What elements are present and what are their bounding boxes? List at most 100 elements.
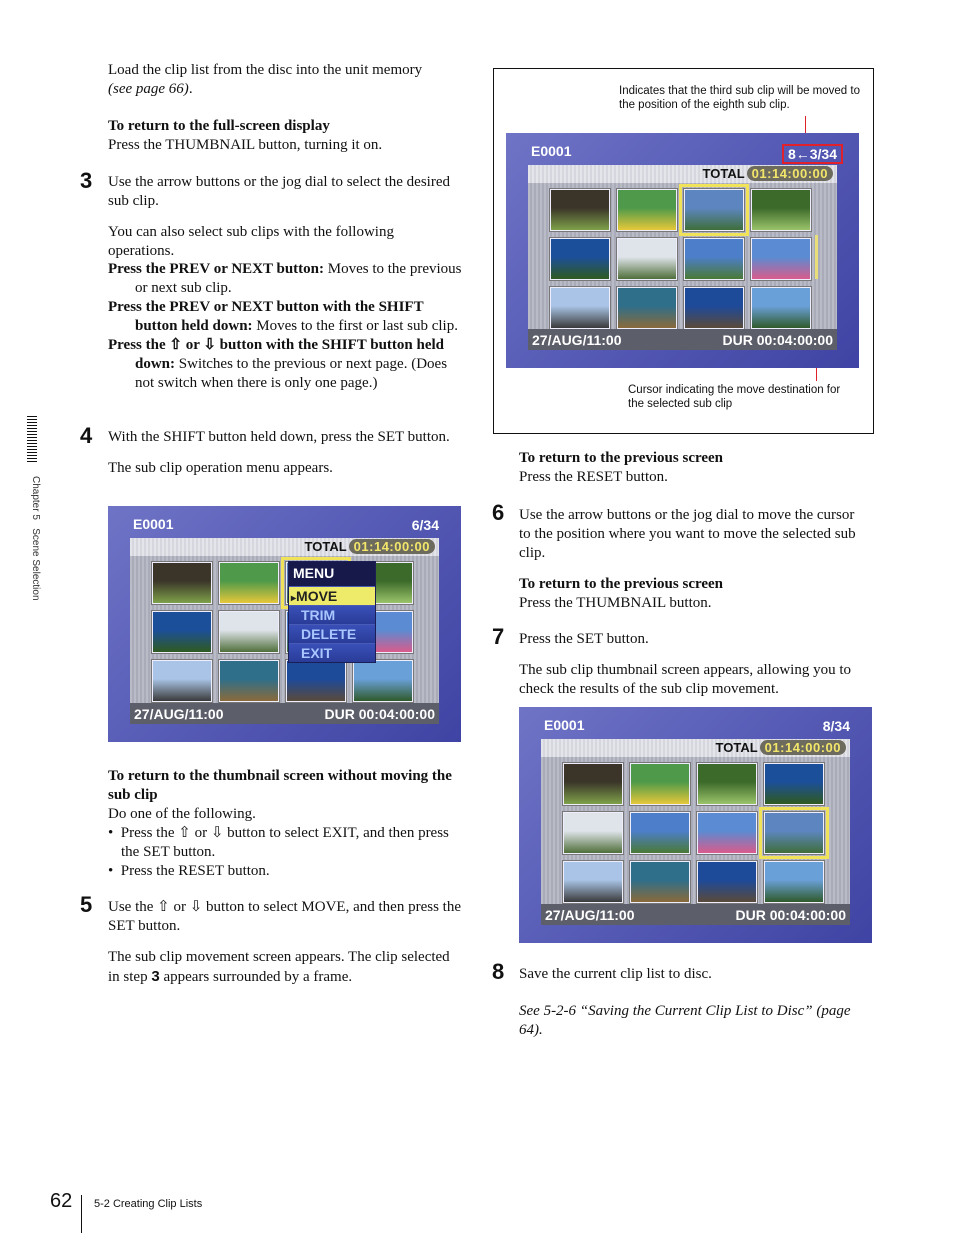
step-3-operations: Press the PREV or NEXT button: Moves to …: [108, 260, 463, 393]
total-duration: TOTAL 01:14:00:00: [716, 740, 846, 755]
callout-cursor: Cursor indicating the move destination f…: [628, 384, 841, 410]
return-thumbnail-heading: To return to the thumbnail screen withou…: [108, 768, 452, 803]
menu-screen-image: E0001 6/34 TOTAL 01:14:00:00 27/AUG/11:00…: [108, 506, 461, 742]
date-readout: 27/AUG/11:00: [532, 331, 622, 348]
thumbnail-rocky-coast[interactable]: [219, 660, 279, 702]
total-duration: TOTAL 01:14:00:00: [703, 166, 833, 181]
clip-id: E0001: [531, 143, 572, 159]
thumbnail-green-tree[interactable]: [550, 238, 610, 280]
thumbnail-yellow-flowers[interactable]: [630, 763, 690, 805]
bullet-item: • Press the RESET button.: [108, 863, 270, 879]
thumbnail-rocky-coast[interactable]: [617, 287, 677, 329]
left-column: Load the clip list from the disc into th…: [108, 61, 468, 155]
thumbnail-grid: [550, 184, 811, 329]
operation-item: Press the PREV or NEXT button: Moves to …: [108, 261, 462, 296]
thumbnail-yellow-flowers[interactable]: [219, 562, 279, 604]
thumbnail-sunset[interactable]: [563, 861, 623, 903]
duration-readout: DUR 00:04:00:00: [735, 906, 846, 923]
thumbnail-palm-leaves[interactable]: [759, 807, 829, 859]
menu-item-delete[interactable]: DELETE: [289, 624, 375, 643]
thumbnail-white-flower-leaves[interactable]: [751, 189, 811, 231]
thumbnail-green-headland[interactable]: [353, 660, 413, 702]
return-previous-text: Press the RESET button.: [519, 469, 668, 485]
page-number: 62: [50, 1190, 73, 1212]
step-number-7: 7: [492, 624, 505, 649]
thumbnail-sea-cliff[interactable]: [684, 287, 744, 329]
step-6-text: Use the arrow buttons or the jog dial to…: [519, 507, 856, 561]
thumbnail-sunset[interactable]: [152, 660, 212, 702]
thumbnail-white-flower-leaves[interactable]: [697, 763, 757, 805]
thumbnail-pink-flower-field[interactable]: [751, 238, 811, 280]
thumbnail-green-tree[interactable]: [764, 763, 824, 805]
menu-title: MENU: [289, 562, 375, 586]
side-tab-marker: [27, 416, 37, 464]
duration-readout: DUR 00:04:00:00: [722, 331, 833, 348]
thumbnail-sunset[interactable]: [550, 287, 610, 329]
return-previous-1: To return to the previous screen Press t…: [519, 449, 869, 487]
bullet-item: • Press the ⇧ or ⇩ button to select EXIT…: [108, 825, 449, 860]
thumbnail-palm-leaves[interactable]: [679, 184, 749, 236]
step-8: Save the current clip list to disc. See …: [519, 965, 874, 1040]
status-bar: 27/AUG/11:00 DUR 00:04:00:00: [528, 329, 837, 350]
fullscreen-text: Press the THUMBNAIL button, turning it o…: [108, 137, 383, 153]
fullscreen-heading: To return to the full-screen display: [108, 118, 330, 134]
thumbnail-pink-flower-field[interactable]: [697, 812, 757, 854]
step-5: Use the ⇧ or ⇩ button to select MOVE, an…: [108, 898, 463, 987]
date-readout: 27/AUG/11:00: [545, 906, 635, 923]
clip-id: E0001: [544, 717, 585, 733]
thumbnail-farm-road[interactable]: [684, 238, 744, 280]
thumbnail-green-tree[interactable]: [152, 611, 212, 653]
thumbnail-panel: TOTAL 01:14:00:00 27/AUG/11:00 DUR 00:04:…: [528, 165, 837, 350]
return-previous-heading: To return to the previous screen: [519, 576, 724, 592]
step-5-text: Use the ⇧ or ⇩ button to select MOVE, an…: [108, 899, 461, 934]
see-also-link[interactable]: See 5-2-6 “Saving the Current Clip List …: [519, 1002, 874, 1040]
chapter-label: Chapter 5 Scene Selection: [30, 476, 41, 601]
step-4: With the SHIFT button held down, press t…: [108, 428, 453, 478]
step-6: Use the arrow buttons or the jog dial to…: [519, 506, 864, 613]
step-7-result: The sub clip thumbnail screen appears, a…: [519, 662, 851, 697]
clip-position: 6/34: [411, 517, 439, 533]
step-3-also: You can also select sub clips with the f…: [108, 224, 394, 259]
step-3: Use the arrow buttons or the jog dial to…: [108, 173, 453, 261]
step-number-8: 8: [492, 959, 505, 984]
step-3-text: Use the arrow buttons or the jog dial to…: [108, 174, 450, 209]
page-ref-link[interactable]: (see page 66): [108, 81, 189, 97]
thumbnail-green-headland[interactable]: [751, 287, 811, 329]
step-7-text: Press the SET button.: [519, 631, 649, 647]
step-4-text: With the SHIFT button held down, press t…: [108, 429, 450, 445]
thumbnail-tree-lined-road[interactable]: [219, 611, 279, 653]
thumbnail-sea-cliff[interactable]: [697, 861, 757, 903]
thumbnail-farm-road[interactable]: [630, 812, 690, 854]
thumbnail-tree-lined-road[interactable]: [617, 238, 677, 280]
return-previous-heading: To return to the previous screen: [519, 450, 724, 466]
thumbnail-skunk-cabbage[interactable]: [563, 763, 623, 805]
return-previous-text: Press the THUMBNAIL button.: [519, 595, 712, 611]
thumbnail-rocky-coast[interactable]: [630, 861, 690, 903]
result-screen-image: E0001 8/34 TOTAL 01:14:00:00 27/AUG/11:00…: [519, 707, 872, 943]
operation-item: Press the PREV or NEXT button with the S…: [108, 299, 458, 334]
clip-position: 8/34: [822, 718, 850, 734]
move-indicator: 8←3/34: [781, 144, 843, 164]
thumbnail-skunk-cabbage[interactable]: [152, 562, 212, 604]
menu-item-trim[interactable]: TRIM: [289, 605, 375, 624]
thumbnail-panel: TOTAL 01:14:00:00 27/AUG/11:00 DUR 00:04:…: [541, 739, 850, 925]
operation-menu: MENU ▸MOVE TRIM DELETE EXIT: [288, 561, 376, 663]
thumbnail-yellow-flowers[interactable]: [617, 189, 677, 231]
footer-divider: [81, 1195, 82, 1233]
duration-readout: DUR 00:04:00:00: [324, 705, 435, 722]
menu-item-exit[interactable]: EXIT: [289, 643, 375, 662]
thumbnail-sea-cliff[interactable]: [286, 660, 346, 702]
thumbnail-panel: TOTAL 01:14:00:00 27/AUG/11:00 DUR 00:04:…: [130, 538, 439, 724]
step-number-5: 5: [80, 892, 93, 917]
menu-item-move[interactable]: ▸MOVE: [289, 586, 375, 605]
thumbnail-green-headland[interactable]: [764, 861, 824, 903]
operation-item: Press the ⇧ or ⇩ button with the SHIFT b…: [108, 337, 448, 391]
thumbnail-tree-lined-road[interactable]: [563, 812, 623, 854]
step-number-3: 3: [80, 168, 93, 193]
callout-position-indicator: Indicates that the third sub clip will b…: [619, 85, 860, 111]
step-number-6: 6: [492, 500, 505, 525]
thumbnail-skunk-cabbage[interactable]: [550, 189, 610, 231]
step-4-result: The sub clip operation menu appears.: [108, 460, 333, 476]
intro-text: Load the clip list from the disc into th…: [108, 62, 423, 97]
status-bar: 27/AUG/11:00 DUR 00:04:00:00: [541, 904, 850, 925]
